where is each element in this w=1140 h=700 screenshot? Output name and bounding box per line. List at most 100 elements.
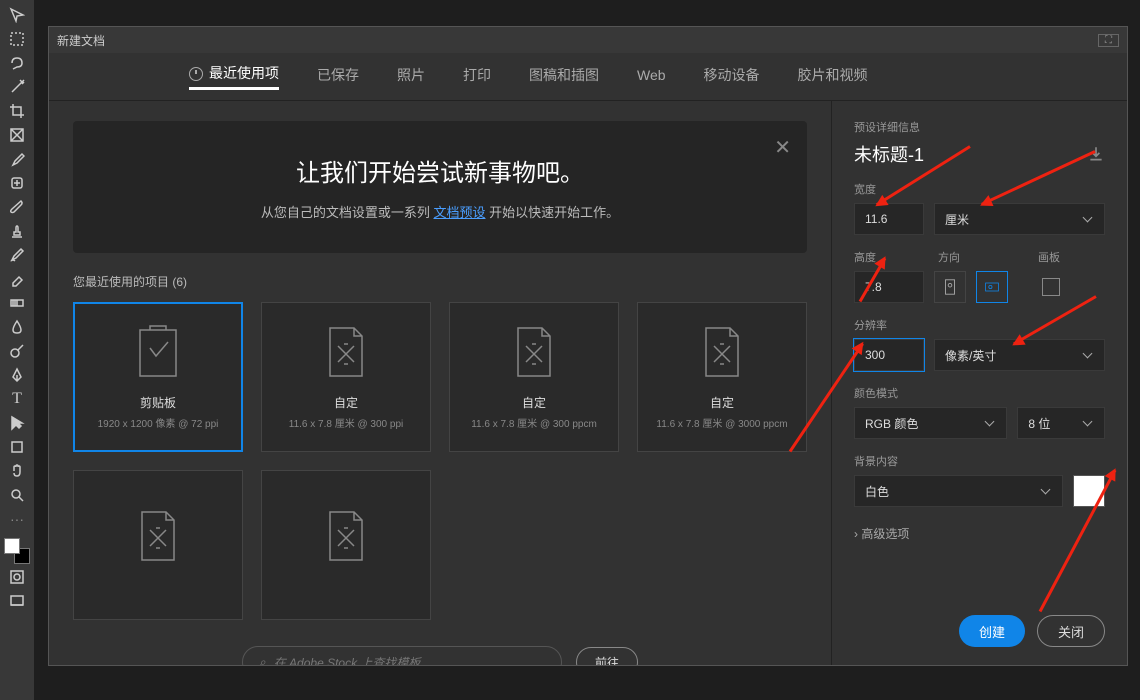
preset-card[interactable]: 自定 11.6 x 7.8 厘米 @ 300 ppcm — [449, 302, 619, 452]
resolution-label: 分辨率 — [854, 317, 1105, 333]
new-document-dialog: 新建文档 ⛶ 最近使用项 已保存 照片 打印 图稿和插图 Web 移动设备 胶片… — [48, 26, 1128, 666]
bitdepth-select[interactable]: 8 位 — [1017, 407, 1105, 439]
custom-icon — [700, 324, 744, 380]
color-swatches[interactable] — [4, 538, 30, 564]
dodge-tool[interactable] — [3, 340, 31, 362]
document-name[interactable]: 未标题-1 — [854, 141, 924, 167]
crop-tool[interactable] — [3, 100, 31, 122]
brush-tool[interactable] — [3, 196, 31, 218]
history-brush-tool[interactable] — [3, 244, 31, 266]
preset-title: 自定 — [522, 394, 546, 411]
search-go-button[interactable]: 前往 — [576, 647, 638, 665]
width-input[interactable] — [854, 203, 924, 235]
preset-card[interactable] — [73, 470, 243, 620]
create-button[interactable]: 创建 — [959, 615, 1025, 647]
search-bar: ⌕ 在 Adobe Stock 上查找模板 前往 — [73, 646, 807, 665]
resolution-unit-select[interactable]: 像素/英寸 — [934, 339, 1105, 371]
width-label: 宽度 — [854, 181, 1105, 197]
height-label: 高度 — [854, 249, 924, 265]
save-preset-icon[interactable] — [1087, 145, 1105, 163]
chevron-down-icon — [986, 418, 996, 428]
quickmask-tool[interactable] — [3, 566, 31, 588]
advanced-toggle[interactable]: 高级选项 — [854, 525, 1105, 542]
shape-tool[interactable] — [3, 436, 31, 458]
orient-label: 方向 — [938, 249, 1008, 265]
chevron-down-icon — [1084, 214, 1094, 224]
preset-subtitle: 1920 x 1200 像素 @ 72 ppi — [98, 415, 219, 430]
tab-film[interactable]: 胶片和视频 — [798, 65, 868, 89]
close-icon[interactable]: ✕ — [774, 135, 791, 160]
move-tool[interactable] — [3, 4, 31, 26]
unit-select[interactable]: 厘米 — [934, 203, 1105, 235]
pen-tool[interactable] — [3, 364, 31, 386]
tab-mobile[interactable]: 移动设备 — [704, 65, 760, 89]
tab-print[interactable]: 打印 — [463, 65, 491, 89]
clock-icon — [189, 67, 203, 81]
zoom-tool[interactable] — [3, 484, 31, 506]
preset-card[interactable] — [261, 470, 431, 620]
preset-card[interactable]: 剪贴板 1920 x 1200 像素 @ 72 ppi — [73, 302, 243, 452]
screenmode-tool[interactable] — [3, 590, 31, 612]
dialog-title: 新建文档 — [57, 32, 105, 49]
orient-landscape-button[interactable] — [976, 271, 1008, 303]
preset-grid: 剪贴板 1920 x 1200 像素 @ 72 ppi 自定 11.6 x 7.… — [73, 302, 807, 620]
tab-web[interactable]: Web — [637, 67, 666, 87]
misc-tool[interactable]: ··· — [3, 508, 31, 530]
type-tool[interactable]: T — [3, 388, 31, 410]
category-tabs: 最近使用项 已保存 照片 打印 图稿和插图 Web 移动设备 胶片和视频 — [49, 53, 1127, 101]
dialog-titlebar: 新建文档 ⛶ — [49, 27, 1127, 53]
tab-saved[interactable]: 已保存 — [317, 65, 359, 89]
path-select-tool[interactable] — [3, 412, 31, 434]
preset-link[interactable]: 文档预设 — [433, 205, 485, 220]
artboard-checkbox[interactable] — [1042, 278, 1060, 296]
hero-banner: ✕ 让我们开始尝试新事物吧。 从您自己的文档设置或一系列 文档预设 开始以快速开… — [73, 121, 807, 253]
preset-subtitle: 11.6 x 7.8 厘米 @ 300 ppi — [289, 415, 403, 430]
custom-icon — [324, 324, 368, 380]
presets-panel: ✕ 让我们开始尝试新事物吧。 从您自己的文档设置或一系列 文档预设 开始以快速开… — [49, 101, 831, 665]
custom-icon — [512, 324, 556, 380]
clipboard-icon — [136, 324, 180, 380]
close-button[interactable]: 关闭 — [1037, 615, 1105, 647]
tab-recent[interactable]: 最近使用项 — [189, 63, 279, 90]
tab-art[interactable]: 图稿和插图 — [529, 65, 599, 89]
preset-title: 自定 — [710, 394, 734, 411]
colormode-label: 颜色模式 — [854, 385, 1105, 401]
eyedropper-tool[interactable] — [3, 148, 31, 170]
search-icon: ⌕ — [259, 655, 266, 666]
blur-tool[interactable] — [3, 316, 31, 338]
eraser-tool[interactable] — [3, 268, 31, 290]
preset-card[interactable]: 自定 11.6 x 7.8 厘米 @ 3000 ppcm — [637, 302, 807, 452]
chevron-down-icon — [1084, 350, 1094, 360]
chevron-down-icon — [1084, 418, 1094, 428]
bg-select[interactable]: 白色 — [854, 475, 1063, 507]
colormode-select[interactable]: RGB 颜色 — [854, 407, 1007, 439]
recent-label: 您最近使用的项目 (6) — [73, 273, 807, 290]
preset-details-panel: 预设详细信息 未标题-1 宽度 厘米 高度 方向 画板 — [831, 101, 1127, 665]
artboard-label: 画板 — [1038, 249, 1060, 265]
height-input[interactable] — [854, 271, 924, 303]
orient-portrait-button[interactable] — [934, 271, 966, 303]
chevron-down-icon — [1042, 486, 1052, 496]
tab-photo[interactable]: 照片 — [397, 65, 425, 89]
preset-title: 自定 — [334, 394, 358, 411]
frame-tool[interactable] — [3, 124, 31, 146]
resolution-input[interactable] — [854, 339, 924, 371]
marquee-tool[interactable] — [3, 28, 31, 50]
search-input[interactable]: ⌕ 在 Adobe Stock 上查找模板 — [242, 646, 562, 665]
hero-text: 从您自己的文档设置或一系列 文档预设 开始以快速开始工作。 — [113, 202, 767, 221]
hero-heading: 让我们开始尝试新事物吧。 — [113, 153, 767, 188]
lasso-tool[interactable] — [3, 52, 31, 74]
details-label: 预设详细信息 — [854, 119, 1105, 135]
bg-color-swatch[interactable] — [1073, 475, 1105, 507]
healing-tool[interactable] — [3, 172, 31, 194]
app-toolbar: T ··· — [0, 0, 34, 700]
titlebar-close-button[interactable]: ⛶ — [1098, 34, 1119, 47]
gradient-tool[interactable] — [3, 292, 31, 314]
hand-tool[interactable] — [3, 460, 31, 482]
wand-tool[interactable] — [3, 76, 31, 98]
preset-subtitle: 11.6 x 7.8 厘米 @ 300 ppcm — [471, 415, 597, 430]
preset-card[interactable]: 自定 11.6 x 7.8 厘米 @ 300 ppi — [261, 302, 431, 452]
custom-icon — [136, 508, 180, 564]
preset-title: 剪贴板 — [140, 394, 176, 411]
stamp-tool[interactable] — [3, 220, 31, 242]
